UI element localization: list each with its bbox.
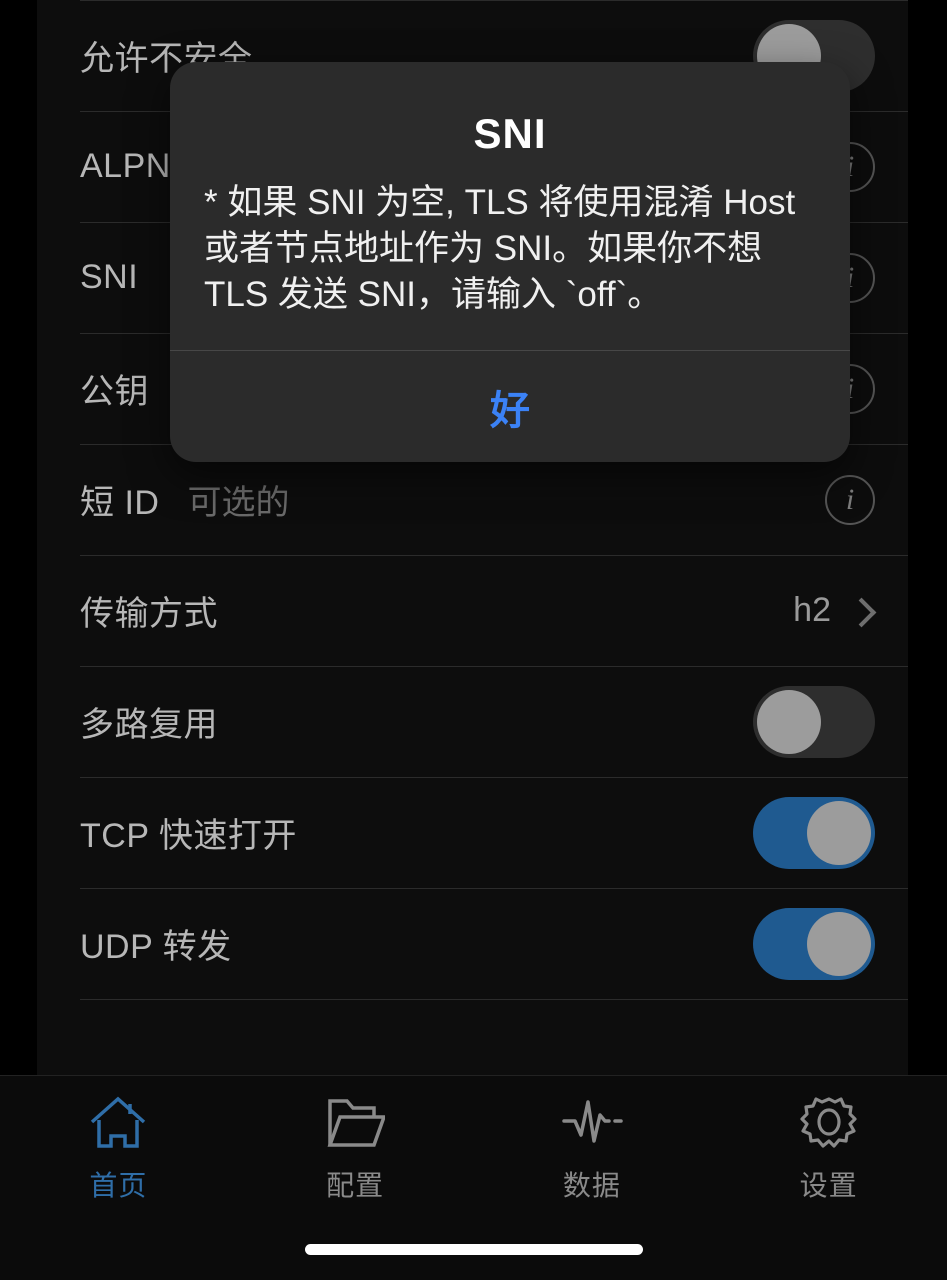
toggle-multiplex[interactable]	[753, 685, 875, 758]
dialog-message: * 如果 SNI 为空, TLS 将使用混淆 Host 或者节点地址作为 SNI…	[204, 183, 805, 315]
toggle-knob	[807, 800, 871, 865]
row-label: 公钥	[80, 373, 149, 411]
tab-label: 配置	[326, 1170, 385, 1201]
dialog-body: SNI * 如果 SNI 为空, TLS 将使用混淆 Host 或者节点地址作为…	[170, 62, 850, 350]
toggle-knob	[807, 911, 871, 976]
tab-label: 首页	[89, 1170, 148, 1201]
settings-row-tcp-fast-open[interactable]: TCP 快速打开	[37, 777, 908, 888]
dialog-title: SNI	[473, 110, 547, 157]
toggle-udp-forward[interactable]	[753, 907, 875, 980]
row-label: 传输方式	[80, 595, 218, 633]
toggle-tcp-fast-open[interactable]	[753, 796, 875, 869]
phone-screen: 允许不安全 ALPN i SNI i 公钥 i 短 ID 可选的 i 传输方式 …	[0, 0, 947, 1280]
chevron-right-icon	[849, 598, 875, 624]
sni-alert-dialog: SNI * 如果 SNI 为空, TLS 将使用混淆 Host 或者节点地址作为…	[170, 62, 850, 462]
toggle-knob	[757, 689, 821, 754]
home-indicator[interactable]	[305, 1244, 643, 1255]
settings-row-transport[interactable]: 传输方式 h2	[37, 555, 908, 666]
row-label: 短 ID	[80, 484, 160, 522]
folder-icon	[324, 1092, 386, 1154]
row-label: TCP 快速打开	[80, 817, 297, 855]
row-label: 多路复用	[80, 706, 218, 744]
dialog-ok-button[interactable]: 好	[170, 351, 850, 462]
info-circle-icon[interactable]: i	[825, 474, 875, 525]
home-icon	[87, 1092, 149, 1154]
tab-settings[interactable]: 设置	[710, 1092, 947, 1204]
settings-row-clipped[interactable]	[37, 999, 908, 1041]
gear-icon	[798, 1092, 860, 1154]
tab-home[interactable]: 首页	[0, 1092, 237, 1204]
tab-label: 数据	[562, 1170, 621, 1201]
row-label: UDP 转发	[80, 928, 232, 966]
tab-label: 设置	[799, 1170, 858, 1201]
settings-row-multiplex[interactable]: 多路复用	[37, 666, 908, 777]
tab-config[interactable]: 配置	[237, 1092, 474, 1204]
row-label: SNI	[80, 258, 139, 296]
tab-bar-items: 首页 配置 数据 设置	[0, 1076, 947, 1204]
settings-row-udp-forward[interactable]: UDP 转发	[37, 888, 908, 999]
short-id-input-placeholder[interactable]: 可选的	[187, 475, 289, 524]
transport-value: h2	[793, 591, 831, 629]
tab-data[interactable]: 数据	[474, 1092, 711, 1204]
pulse-waveform-icon	[561, 1092, 623, 1154]
row-label: ALPN	[80, 147, 171, 185]
